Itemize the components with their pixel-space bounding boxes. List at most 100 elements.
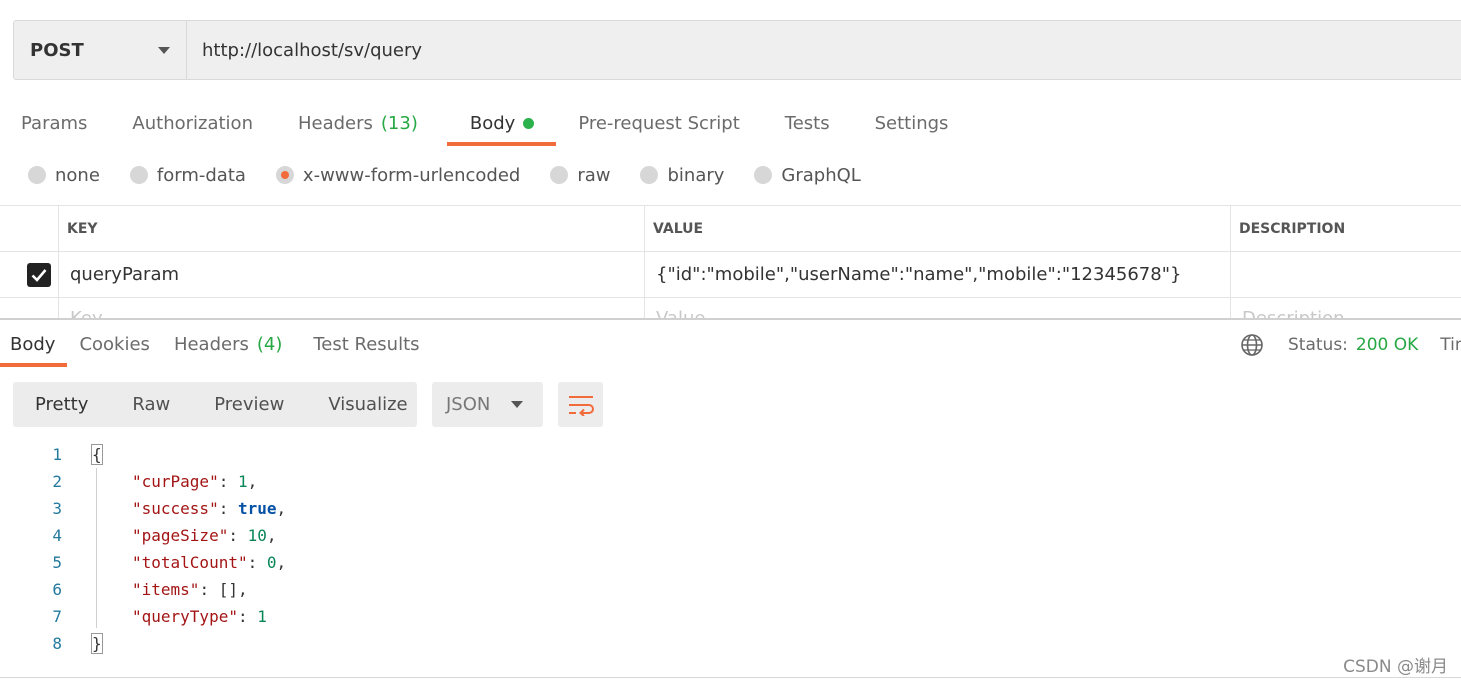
pane-divider[interactable]	[0, 318, 1461, 320]
tab-tests[interactable]: Tests	[785, 100, 830, 146]
code-text: {	[91, 444, 103, 465]
json-value: 1	[257, 607, 267, 626]
language-label: JSON	[446, 394, 491, 415]
body-indicator-dot-icon	[523, 117, 535, 129]
pretty-button[interactable]: Pretty	[13, 382, 110, 427]
json-comma: ,	[276, 553, 287, 572]
line-number: 4	[52, 526, 62, 545]
code-text: "queryType": 1	[132, 607, 267, 626]
json-value: 0	[266, 553, 277, 572]
code-line: 8 }	[0, 630, 103, 657]
tab-label: Body	[469, 112, 516, 134]
json-key: "totalCount"	[132, 553, 248, 572]
response-tab-headers[interactable]: Headers (4)	[174, 322, 282, 367]
column-header-value: VALUE	[644, 206, 1231, 251]
json-value: []	[218, 580, 238, 599]
code-line: 5 "totalCount": 0,	[0, 549, 286, 576]
watermark: CSDN @谢月	[1343, 657, 1448, 677]
time-label: Time	[1440, 334, 1461, 355]
wrap-lines-button[interactable]	[558, 382, 603, 427]
json-comma: ,	[276, 499, 287, 518]
tab-label: Test Results	[313, 334, 420, 355]
json-key: "items"	[132, 580, 200, 599]
row-checkbox[interactable]	[0, 252, 58, 297]
chevron-down-icon	[158, 46, 170, 54]
response-tabs: Body Cookies Headers (4) Test Results	[0, 322, 420, 367]
param-key-cell[interactable]: queryParam	[58, 252, 645, 297]
json-key: "queryType"	[132, 607, 238, 626]
tab-body[interactable]: Body	[446, 100, 557, 146]
radio-label: binary	[667, 164, 725, 186]
radio-circle-icon	[754, 166, 773, 184]
radio-x-www-form-urlencoded[interactable]: x-www-form-urlencoded	[275, 164, 521, 186]
tab-label: Settings	[874, 112, 949, 134]
response-tab-body[interactable]: Body	[0, 322, 69, 367]
raw-button[interactable]: Raw	[110, 382, 192, 427]
json-key: "curPage"	[132, 472, 219, 491]
response-tab-test-results[interactable]: Test Results	[313, 322, 419, 367]
json-key: "pageSize"	[132, 526, 229, 545]
globe-icon[interactable]	[1240, 333, 1264, 357]
response-body-code[interactable]: 1 { 2 "curPage": 1, 3 "success": true, 4…	[0, 441, 286, 657]
response-tab-cookies[interactable]: Cookies	[79, 322, 149, 367]
description-placeholder[interactable]: Description	[1230, 298, 1461, 318]
line-number: 3	[52, 499, 62, 518]
line-number: 2	[52, 472, 62, 491]
tab-headers[interactable]: Headers (13)	[298, 100, 418, 146]
code-line: 4 "pageSize": 10,	[0, 522, 276, 549]
body-type-radio-group: none form-data x-www-form-urlencoded raw…	[28, 160, 891, 190]
method-select[interactable]: POST	[14, 21, 187, 79]
param-value-cell[interactable]: {"id":"mobile","userName":"name","mobile…	[644, 252, 1231, 297]
tab-label: Body	[10, 334, 56, 355]
radio-circle-icon	[640, 166, 659, 184]
key-placeholder[interactable]: Key	[58, 298, 645, 318]
tab-label: Params	[21, 112, 88, 134]
radio-selected-icon	[275, 166, 294, 184]
radio-circle-icon	[550, 166, 569, 184]
language-select[interactable]: JSON	[432, 382, 543, 427]
code-line: 7 "queryType": 1	[0, 603, 267, 630]
tab-settings[interactable]: Settings	[875, 100, 949, 146]
radio-label: x-www-form-urlencoded	[302, 164, 521, 186]
response-status-area: Status: 200 OK Time	[1240, 322, 1461, 367]
param-description-cell[interactable]	[1230, 252, 1461, 297]
radio-form-data[interactable]: form-data	[129, 164, 246, 186]
code-text: "curPage": 1,	[132, 472, 258, 491]
preview-button[interactable]: Preview	[192, 382, 306, 427]
tab-params[interactable]: Params	[21, 100, 87, 146]
json-comma: ,	[266, 526, 277, 545]
tab-authorization[interactable]: Authorization	[132, 100, 253, 146]
url-input[interactable]: http://localhost/sv/query	[187, 21, 1461, 79]
column-header-key: KEY	[58, 206, 645, 251]
radio-circle-icon	[129, 166, 148, 184]
checkbox-checked-icon	[27, 262, 51, 287]
response-headers-count-badge: (4)	[256, 334, 283, 355]
visualize-button[interactable]: Visualize	[306, 382, 429, 427]
status-badge: 200 OK	[1355, 334, 1419, 355]
radio-label: raw	[577, 164, 611, 186]
tab-pre-request-script[interactable]: Pre-request Script	[578, 100, 739, 146]
radio-binary[interactable]: binary	[640, 165, 724, 186]
code-line: 2 "curPage": 1,	[0, 468, 257, 495]
radio-graphql[interactable]: GraphQL	[754, 165, 861, 186]
radio-raw[interactable]: raw	[550, 165, 610, 186]
radio-label: form-data	[156, 164, 246, 186]
json-comma: ,	[247, 472, 258, 491]
table-row: queryParam {"id":"mobile","userName":"na…	[0, 252, 1461, 298]
chevron-down-icon	[511, 401, 523, 408]
radio-none[interactable]: none	[28, 165, 100, 186]
json-value: true	[237, 499, 277, 518]
tab-label: Authorization	[132, 112, 253, 134]
line-number: 7	[52, 607, 62, 626]
line-number: 5	[52, 553, 62, 572]
headers-count-badge: (13)	[380, 112, 418, 134]
tab-label: Headers	[297, 112, 373, 134]
code-text: "items": [],	[132, 580, 248, 599]
code-line: 1 {	[0, 441, 103, 468]
value-placeholder[interactable]: Value	[644, 298, 1231, 318]
code-text: }	[91, 633, 103, 654]
code-line: 6 "items": [],	[0, 576, 247, 603]
line-number: 8	[52, 634, 62, 653]
bottom-divider	[0, 677, 1461, 678]
json-comma: ,	[237, 580, 248, 599]
